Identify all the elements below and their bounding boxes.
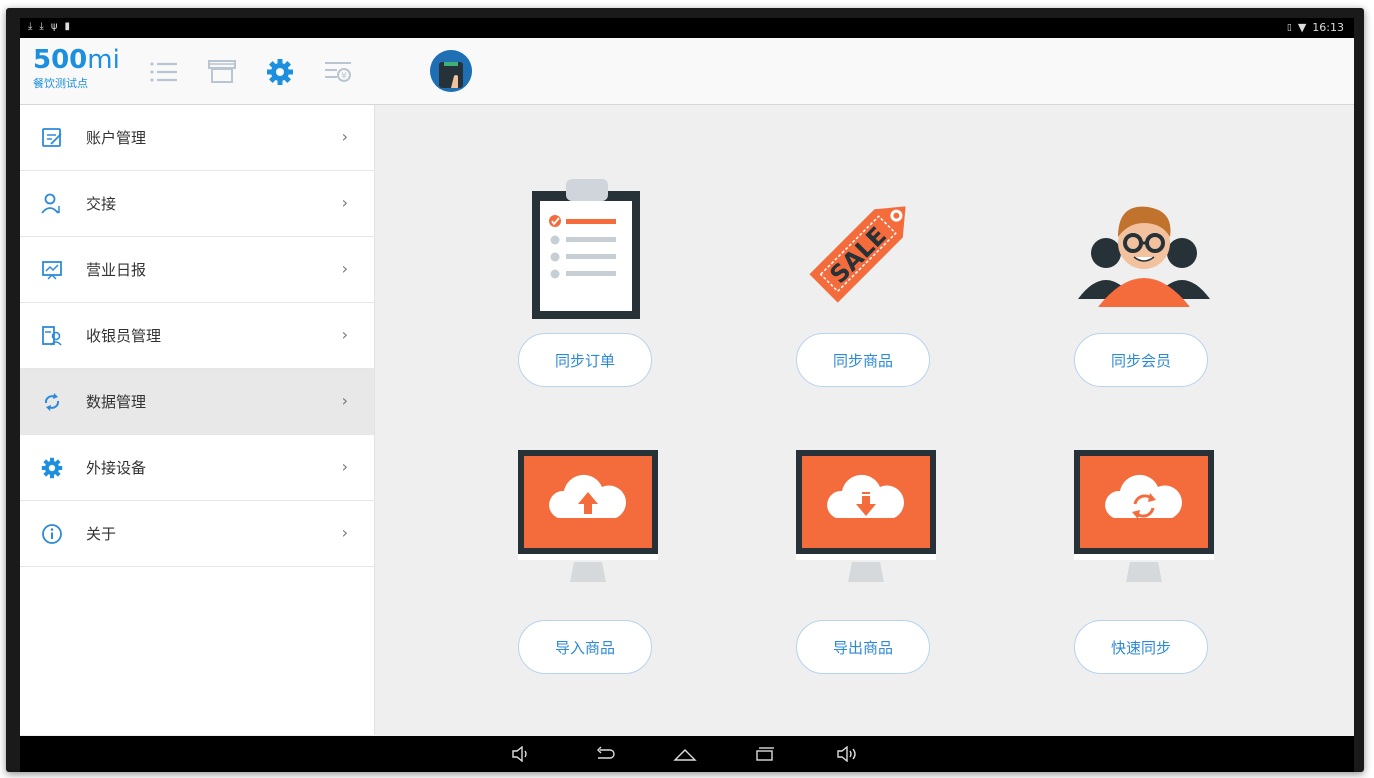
screen: ⤓ ⤓ ψ ▮ ▯ ▼ 16:13 500mi 餐饮测试点 ¥ 账户管理 › 交… xyxy=(20,18,1354,772)
sale-tag-icon: SALE xyxy=(809,206,906,303)
data-management-panel: 同步订单 SALE 同步商品 同步会员 导入商品 导出商品 快速同步 xyxy=(375,105,1354,735)
cash-register-icon[interactable]: ¥ xyxy=(322,56,354,88)
sidebar-item-account[interactable]: 账户管理 › xyxy=(20,105,374,171)
chevron-right-icon: › xyxy=(341,457,348,476)
brand[interactable]: 500mi 餐饮测试点 xyxy=(33,46,120,91)
download-icon: ⤓ xyxy=(28,21,33,32)
chevron-right-icon: › xyxy=(341,325,348,344)
import-products-button[interactable]: 导入商品 xyxy=(518,620,652,674)
sidebar-item-devices[interactable]: 外接设备 › xyxy=(20,435,374,501)
cloud-download-monitor-icon xyxy=(796,450,936,582)
daily-report-icon xyxy=(38,256,66,284)
settings-gear-icon[interactable] xyxy=(264,56,296,88)
sidebar-item-label: 营业日报 xyxy=(86,261,147,279)
svg-text:¥: ¥ xyxy=(341,72,347,82)
chevron-right-icon: › xyxy=(341,523,348,542)
logo: 500mi xyxy=(33,45,120,75)
battery-card-icon: ▮ xyxy=(64,21,70,32)
sidebar-item-label: 账户管理 xyxy=(86,129,147,147)
chevron-right-icon: › xyxy=(341,259,348,278)
recents-icon[interactable] xyxy=(752,744,778,764)
sidebar-item-label: 关于 xyxy=(86,525,117,543)
store-icon[interactable] xyxy=(206,56,238,88)
sidebar-item-daily-report[interactable]: 营业日报 › xyxy=(20,237,374,303)
members-icon xyxy=(1078,206,1210,307)
list-icon[interactable] xyxy=(148,56,180,88)
volume-down-icon[interactable] xyxy=(508,744,534,764)
sync-orders-button[interactable]: 同步订单 xyxy=(518,333,652,387)
volume-up-icon[interactable] xyxy=(834,744,860,764)
top-bar: 500mi 餐饮测试点 ¥ xyxy=(20,38,1354,105)
account-edit-icon xyxy=(38,124,66,152)
sidebar-item-label: 交接 xyxy=(86,195,117,213)
usb-icon: ψ xyxy=(50,21,58,32)
chevron-right-icon: › xyxy=(341,127,348,146)
download-icon: ⤓ xyxy=(39,21,44,32)
export-products-button[interactable]: 导出商品 xyxy=(796,620,930,674)
store-name: 餐饮测试点 xyxy=(33,77,88,90)
sync-products-button[interactable]: 同步商品 xyxy=(796,333,930,387)
user-avatar-icon[interactable] xyxy=(430,50,472,92)
sync-members-button[interactable]: 同步会员 xyxy=(1074,333,1208,387)
wifi-icon: ▼ xyxy=(1297,21,1307,34)
user-handover-icon xyxy=(38,190,66,218)
home-icon[interactable] xyxy=(672,744,698,764)
status-bar: ⤓ ⤓ ψ ▮ ▯ ▼ 16:13 xyxy=(20,18,1354,38)
sidebar-item-data-management[interactable]: 数据管理 › xyxy=(20,369,374,435)
sidebar-item-label: 外接设备 xyxy=(86,459,147,477)
quick-sync-button[interactable]: 快速同步 xyxy=(1074,620,1208,674)
cloud-upload-monitor-icon xyxy=(518,450,658,582)
back-icon[interactable] xyxy=(592,744,618,764)
clipboard-order-icon xyxy=(532,179,640,319)
device-gear-icon xyxy=(38,454,66,482)
info-icon xyxy=(38,520,66,548)
sidebar-item-label: 数据管理 xyxy=(86,393,147,411)
cashier-manage-icon xyxy=(38,322,66,350)
sidebar-item-about[interactable]: 关于 › xyxy=(20,501,374,567)
android-nav-bar xyxy=(20,736,1354,772)
chevron-right-icon: › xyxy=(341,193,348,212)
status-time: 16:13 xyxy=(1312,21,1344,34)
data-sync-icon xyxy=(38,388,66,416)
sim-icon: ▯ xyxy=(1286,22,1292,33)
cloud-sync-monitor-icon xyxy=(1074,450,1214,582)
sidebar-item-handover[interactable]: 交接 › xyxy=(20,171,374,237)
sidebar-item-cashier[interactable]: 收银员管理 › xyxy=(20,303,374,369)
sidebar: 账户管理 › 交接 › 营业日报 › 收银员管理 › 数据管理 › 外接设备 ›… xyxy=(20,105,375,735)
sidebar-item-label: 收银员管理 xyxy=(86,327,162,345)
chevron-right-icon: › xyxy=(341,391,348,410)
